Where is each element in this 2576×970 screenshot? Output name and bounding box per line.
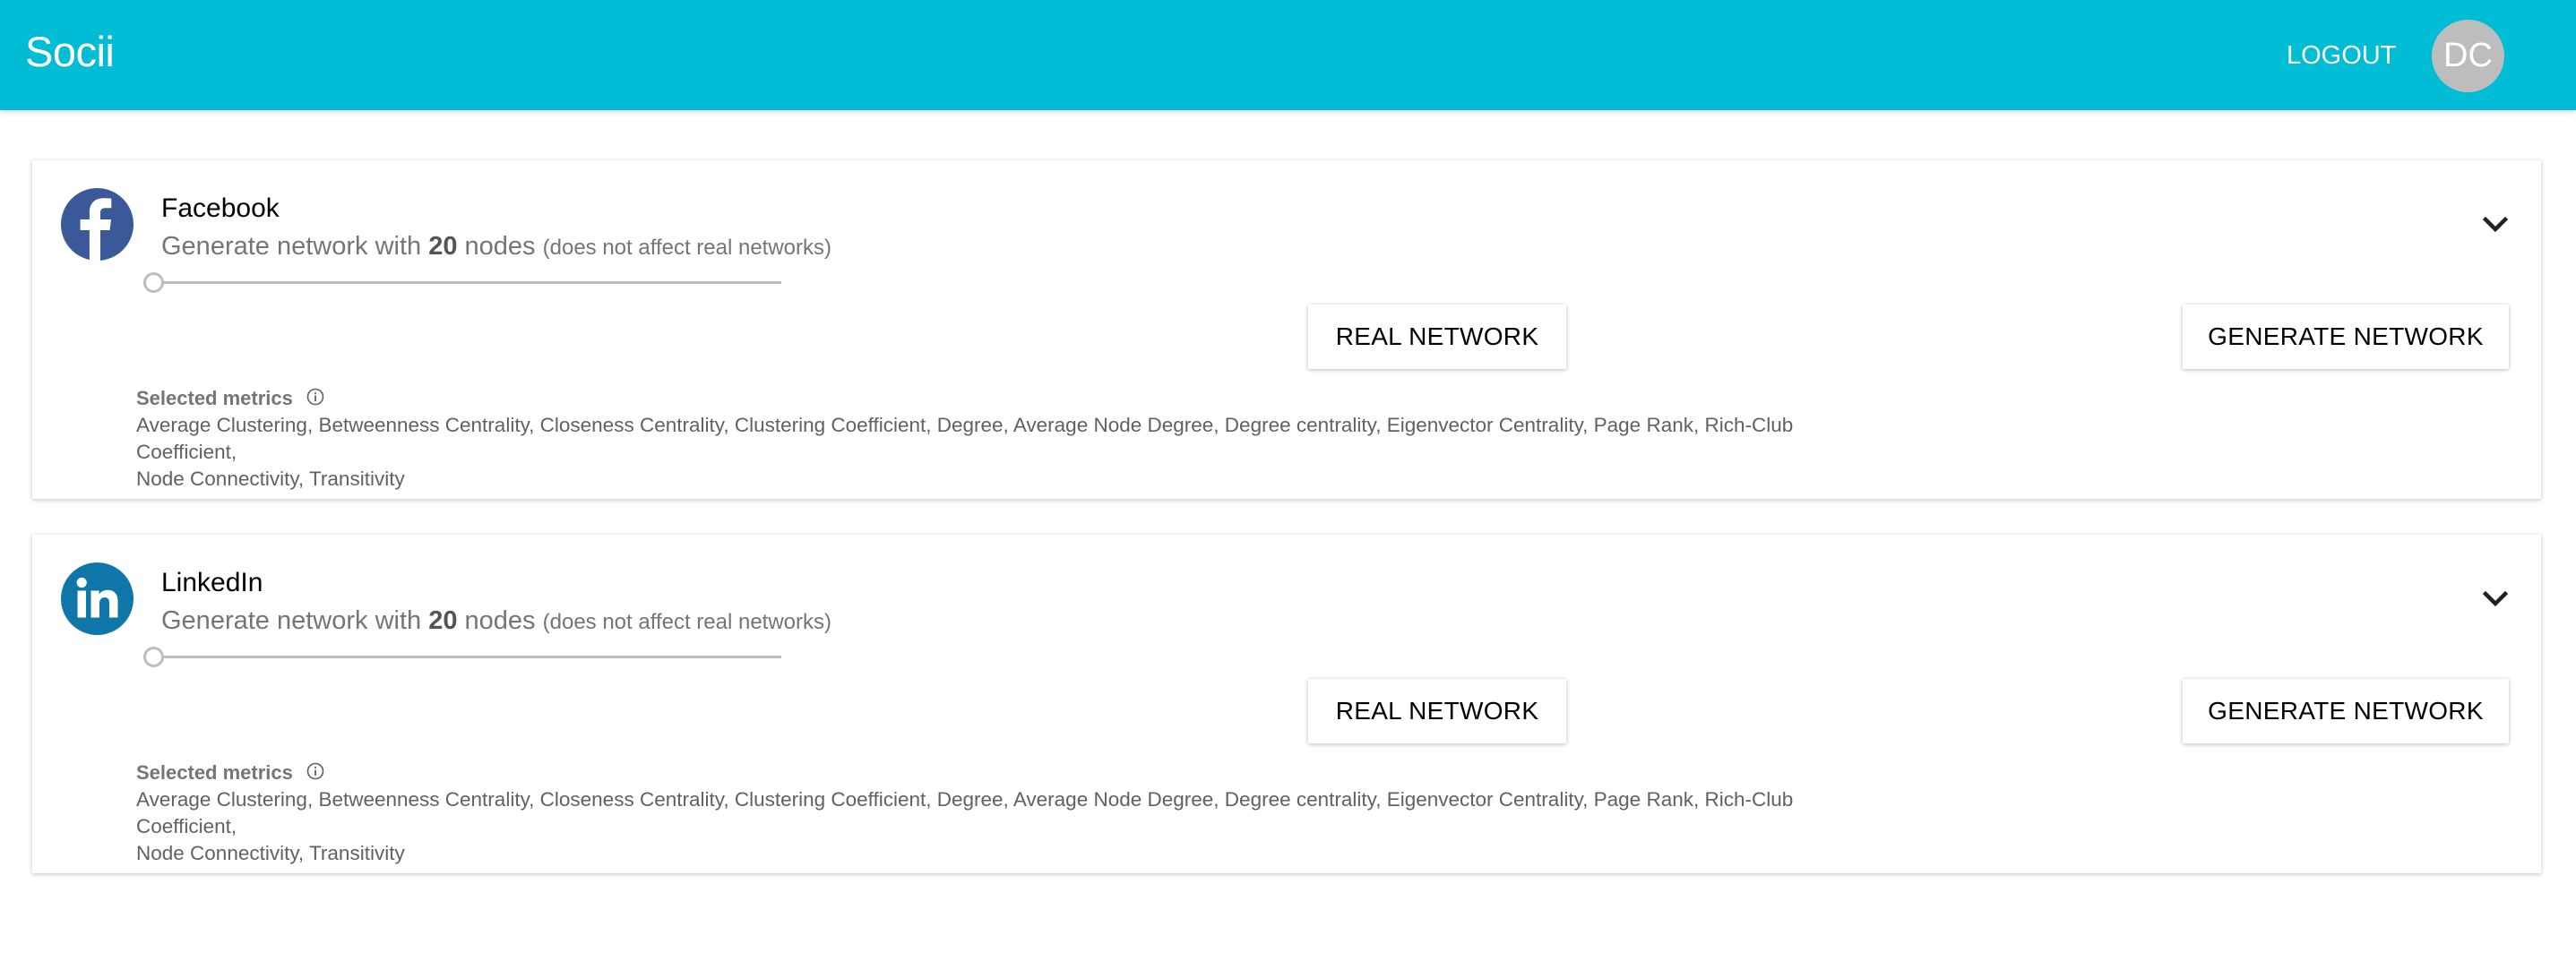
app-title: Socii [25, 28, 115, 75]
subtitle-suffix: nodes [464, 606, 536, 635]
metrics-line: Average Clustering, Betweenness Centrali… [136, 788, 1794, 837]
node-count-slider[interactable] [143, 644, 781, 671]
slider-thumb[interactable] [143, 647, 164, 667]
network-card-linkedin: LinkedIn Generate network with 20 nodes … [32, 535, 2541, 873]
card-subtitle: Generate network with 20 nodes (does not… [161, 603, 831, 640]
info-icon[interactable] [306, 761, 325, 781]
subtitle-note: (does not affect real networks) [542, 236, 832, 260]
real-network-button[interactable]: REAL NETWORK [1308, 679, 1566, 743]
selected-metrics-label: Selected metrics [136, 386, 325, 411]
linkedin-logo-icon [61, 562, 134, 635]
selected-metrics-list: Average Clustering, Betweenness Centrali… [136, 786, 1892, 867]
card-title: LinkedIn [161, 568, 263, 597]
generate-network-button[interactable]: GENERATE NETWORK [2183, 305, 2509, 369]
slider-thumb[interactable] [143, 272, 164, 293]
network-card-facebook: Facebook Generate network with 20 nodes … [32, 160, 2541, 499]
node-count: 20 [428, 232, 458, 261]
metrics-line: Node Connectivity, Transitivity [136, 468, 405, 490]
subtitle-prefix: Generate network with [161, 232, 422, 261]
info-icon[interactable] [306, 387, 325, 407]
subtitle-note: (does not affect real networks) [542, 610, 832, 634]
app-bar: Socii LOGOUT DC [0, 0, 2576, 110]
selected-metrics-title: Selected metrics [136, 761, 293, 784]
subtitle-prefix: Generate network with [161, 606, 422, 635]
selected-metrics-title: Selected metrics [136, 387, 293, 409]
node-count-slider[interactable] [143, 270, 781, 296]
chevron-down-icon[interactable] [2474, 578, 2517, 621]
logout-button[interactable]: LOGOUT [2276, 34, 2407, 77]
facebook-logo-icon [61, 188, 134, 261]
chevron-down-icon[interactable] [2474, 203, 2517, 246]
metrics-line: Node Connectivity, Transitivity [136, 842, 405, 864]
slider-track [152, 656, 781, 658]
generate-network-button[interactable]: GENERATE NETWORK [2183, 679, 2509, 743]
card-title: Facebook [161, 193, 280, 223]
metrics-line: Average Clustering, Betweenness Centrali… [136, 414, 1794, 463]
node-count: 20 [428, 606, 458, 635]
real-network-button[interactable]: REAL NETWORK [1308, 305, 1566, 369]
subtitle-suffix: nodes [464, 232, 536, 261]
selected-metrics-list: Average Clustering, Betweenness Centrali… [136, 412, 1892, 493]
slider-track [152, 281, 781, 284]
avatar[interactable]: DC [2432, 20, 2504, 92]
selected-metrics-label: Selected metrics [136, 760, 325, 785]
card-subtitle: Generate network with 20 nodes (does not… [161, 228, 831, 266]
